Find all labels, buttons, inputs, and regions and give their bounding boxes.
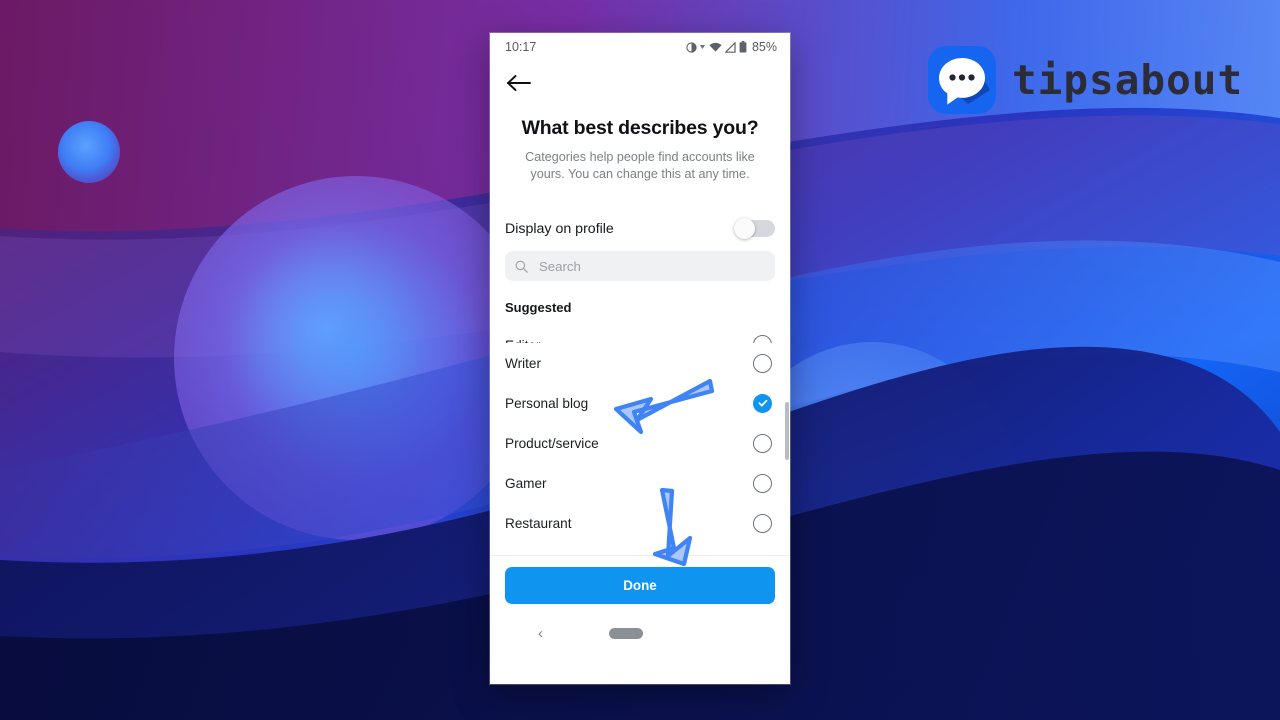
wifi-icon <box>709 42 722 53</box>
tipsabout-logo: tipsabout <box>928 46 1243 114</box>
list-item[interactable]: Writer <box>490 343 790 383</box>
battery-percent-label: 85% <box>751 40 777 54</box>
display-on-profile-row[interactable]: Display on profile <box>490 183 790 239</box>
dnd-icon <box>686 41 697 53</box>
nav-back-icon[interactable]: ‹ <box>538 626 543 641</box>
list-item[interactable]: Restaurant <box>490 503 790 543</box>
radio-unchecked-icon[interactable] <box>753 353 772 373</box>
category-label: Personal blog <box>505 395 589 411</box>
list-item[interactable]: Gamer <box>490 463 790 503</box>
app-bar <box>490 61 790 105</box>
category-label: Gamer <box>505 475 547 491</box>
radio-unchecked-icon[interactable] <box>753 513 772 533</box>
search-field[interactable] <box>505 251 775 281</box>
phone-screenshot-frame: 10:17 85% What best describes you? Categ… <box>490 33 790 684</box>
list-scrollbar[interactable] <box>785 402 789 460</box>
category-label: Editor <box>505 338 541 343</box>
radio-checked-icon[interactable] <box>753 393 772 413</box>
android-nav-bar: ‹ <box>490 617 790 650</box>
display-on-profile-label: Display on profile <box>505 220 614 237</box>
radio-unchecked-icon[interactable] <box>753 335 772 343</box>
radio-unchecked-icon[interactable] <box>753 433 772 453</box>
home-pill-icon[interactable] <box>608 628 643 639</box>
page-title: What best describes you? <box>521 117 759 139</box>
display-on-profile-toggle[interactable] <box>734 218 775 239</box>
category-label: Writer <box>505 355 541 371</box>
status-bar: 10:17 85% <box>490 33 790 61</box>
toggle-knob <box>734 218 755 239</box>
signal-icon <box>724 41 736 53</box>
search-input[interactable] <box>539 258 765 274</box>
battery-icon <box>739 41 747 53</box>
arrow-left-icon[interactable] <box>506 72 532 94</box>
chat-bubble-logo-icon <box>928 46 996 114</box>
logo-wordmark: tipsabout <box>1012 55 1244 104</box>
list-item[interactable]: Personal blog <box>490 383 790 423</box>
list-item[interactable]: Product/service <box>490 423 790 463</box>
nav-spacer <box>708 628 742 639</box>
search-icon <box>515 260 528 273</box>
footer-bar: Done <box>490 555 790 617</box>
list-item[interactable]: Editor <box>490 324 790 343</box>
search-container <box>490 237 790 281</box>
status-time: 10:17 <box>505 40 537 54</box>
radio-unchecked-icon[interactable] <box>753 473 772 493</box>
done-button[interactable]: Done <box>505 567 775 604</box>
category-label: Restaurant <box>505 515 572 531</box>
signal-small-icon <box>699 42 706 52</box>
category-label: Product/service <box>505 435 599 451</box>
page-subtitle: Categories help people find accounts lik… <box>525 150 755 181</box>
suggested-section-header: Suggested <box>505 300 572 315</box>
category-list[interactable]: Editor Writer Personal blog Product/serv… <box>490 324 790 555</box>
status-icons: 85% <box>686 40 777 54</box>
